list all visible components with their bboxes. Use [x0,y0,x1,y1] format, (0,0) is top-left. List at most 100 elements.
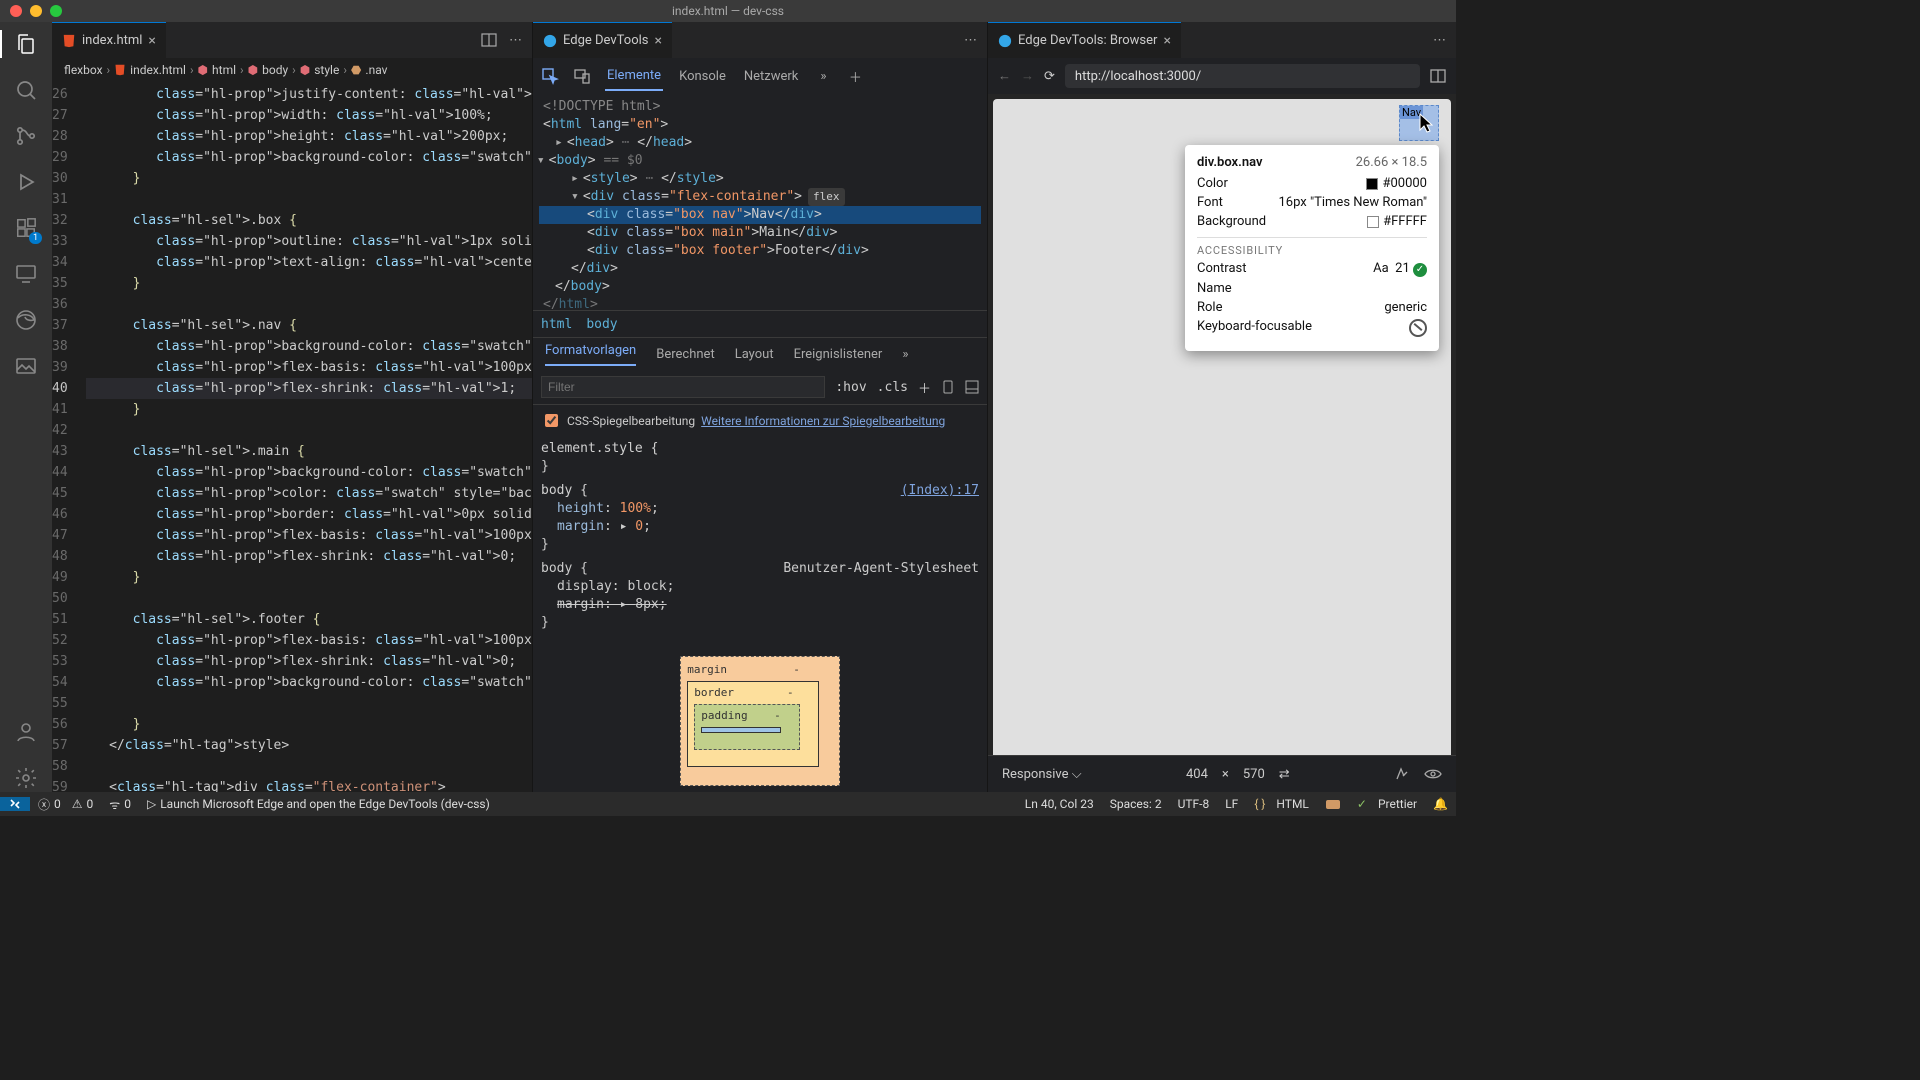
device-emulate-icon[interactable] [941,380,955,394]
code-editor[interactable]: 26 27 28 29 30 31 32 33 34 35 36 37 38 3… [52,82,532,792]
bc-body[interactable]: body [586,317,617,332]
computed-panel-icon[interactable] [965,380,979,394]
prettier-status[interactable]: ✓ Prettier [1349,797,1425,811]
tab-eventlisteners[interactable]: Ereignislistener [794,347,883,362]
new-rule-icon[interactable]: ＋ [918,378,931,397]
rotate-icon[interactable]: ⇄ [1279,767,1290,782]
code-body[interactable]: class="hl-prop">justify-content: class="… [86,82,532,792]
crumb-nav: ⬣.nav [351,63,388,77]
bc-html[interactable]: html [541,317,572,332]
dom-nav-selected[interactable]: <div class="box nav">Nav</div> [539,206,981,224]
css-mirror-link[interactable]: Weitere Informationen zur Spiegelbearbei… [701,414,945,428]
run-debug-icon[interactable] [12,168,40,196]
flex-badge[interactable]: flex [808,188,845,206]
indentation[interactable]: Spaces: 2 [1102,797,1170,811]
box-model[interactable]: margin - border - padding - [533,656,987,786]
tab-elements[interactable]: Elemente [605,62,663,91]
crumb-body: ⬢body [248,63,289,77]
height-value[interactable]: 570 [1243,767,1265,782]
close-tab-icon[interactable]: × [1163,33,1170,49]
language-mode[interactable]: { } HTML [1246,797,1317,811]
tab-console[interactable]: Konsole [677,63,728,90]
ports[interactable]: ᯤ0 [101,796,139,813]
extensions-badge: 1 [29,232,42,244]
tab-edge-browser[interactable]: Edge DevTools: Browser × [988,22,1181,59]
breadcrumbs[interactable]: flexbox› index.html› ⬢html› ⬢body› ⬢styl… [52,58,532,82]
tab-filename: index.html [82,33,142,48]
notifications-icon[interactable]: 🔔 [1425,797,1456,811]
close-tab-icon[interactable]: × [654,33,661,49]
dom-body-close[interactable]: </body> [539,278,981,296]
rule-origin-link[interactable]: (Index):17 [901,482,979,500]
width-value[interactable]: 404 [1186,767,1208,782]
more-styles-tabs-icon[interactable]: » [902,347,908,362]
explorer-icon[interactable] [12,30,40,58]
tab-edge-devtools[interactable]: Edge DevTools × [533,22,672,59]
cursor-position[interactable]: Ln 40, Col 23 [1017,797,1102,811]
dom-main[interactable]: <div class="box main">Main</div> [539,224,981,242]
dom-doctype[interactable]: <!DOCTYPE html> [539,98,981,116]
styles-filter-input[interactable] [541,376,825,398]
styles-rules[interactable]: element.style { } body {(Index):17 heigh… [533,436,987,792]
tab-styles[interactable]: Formatvorlagen [545,343,636,366]
encoding[interactable]: UTF-8 [1170,797,1218,811]
reload-icon[interactable]: ⟳ [1044,69,1055,84]
inspect-element-icon[interactable] [541,67,559,85]
problems-errors[interactable]: ⓧ0 ⚠0 [30,796,101,813]
source-control-icon[interactable] [12,122,40,150]
dom-html-close[interactable]: </html> [539,296,981,310]
back-icon[interactable]: ← [998,68,1011,84]
remote-indicator[interactable] [0,797,30,811]
tab-index-html[interactable]: index.html × [52,22,166,59]
more-actions-icon[interactable]: ⋯ [964,33,977,48]
devtools-toolbar: Elemente Konsole Netzwerk » ＋ [533,58,987,94]
hints-icon[interactable] [1317,796,1349,812]
debug-icon: ▷ [147,797,156,811]
dom-flex-container[interactable]: ▾<div class="flex-container">flex [539,188,981,206]
window-title: index.html — dev-css [0,4,1456,18]
touch-emulate-icon[interactable] [1394,766,1410,782]
hov-toggle[interactable]: :hov [835,380,866,395]
launch-message[interactable]: ▷Launch Microsoft Edge and open the Edge… [139,797,498,811]
vision-emulate-icon[interactable] [1424,768,1442,780]
remote-explorer-icon[interactable] [12,260,40,288]
styles-tabs: Formatvorlagen Berechnet Layout Ereignis… [533,337,987,370]
toggle-screencast-icon[interactable] [1430,68,1446,84]
forward-icon[interactable]: → [1021,68,1034,84]
dom-html[interactable]: <html lang="en"> [539,116,981,134]
address-bar[interactable]: http://localhost:3000/ [1065,64,1420,88]
settings-gear-icon[interactable] [12,764,40,792]
dom-body[interactable]: ⋯▾<body> == $0 [539,152,981,170]
search-icon[interactable] [12,76,40,104]
tab-network[interactable]: Netzwerk [742,63,801,90]
editor-panel: index.html × ⋯ flexbox› index.html› ⬢htm… [52,22,533,792]
responsive-toolbar: Responsive ⌵ 404 × 570 ⇄ [988,755,1456,792]
dom-head[interactable]: ▸<head> ⋯ </head> [539,134,981,152]
more-actions-icon[interactable]: ⋯ [509,33,522,48]
eol[interactable]: LF [1217,797,1246,811]
close-tab-icon[interactable]: × [148,33,155,49]
tab-layout[interactable]: Layout [735,347,774,362]
responsive-dropdown[interactable]: Responsive ⌵ [1002,767,1082,782]
cls-toggle[interactable]: .cls [877,380,908,395]
editor-tabs: index.html × ⋯ [52,22,532,58]
image-icon[interactable] [12,352,40,380]
dom-tree[interactable]: <!DOCTYPE html> <html lang="en"> ▸<head>… [533,94,987,310]
account-icon[interactable] [12,718,40,746]
dom-div-close[interactable]: </div> [539,260,981,278]
device-toggle-icon[interactable] [573,67,591,85]
split-editor-icon[interactable] [481,32,497,48]
dom-style[interactable]: ▸<style> ⋯ </style> [539,170,981,188]
extensions-icon[interactable]: 1 [12,214,40,242]
page-preview[interactable]: Nav div.box.nav26.66 × 18.5 Color#00000 … [993,99,1451,755]
dom-footer[interactable]: <div class="box footer">Footer</div> [539,242,981,260]
more-actions-icon[interactable]: ⋯ [1433,33,1446,48]
titlebar: index.html — dev-css [0,0,1456,22]
more-tabs-icon[interactable]: » [814,67,832,85]
tab-computed[interactable]: Berechnet [656,347,714,362]
add-tab-icon[interactable]: ＋ [846,67,864,85]
edge-icon[interactable] [12,306,40,334]
css-mirror-checkbox[interactable] [545,414,558,427]
browser-toolbar: ← → ⟳ http://localhost:3000/ [988,58,1456,94]
dom-breadcrumb[interactable]: html body [533,310,987,337]
